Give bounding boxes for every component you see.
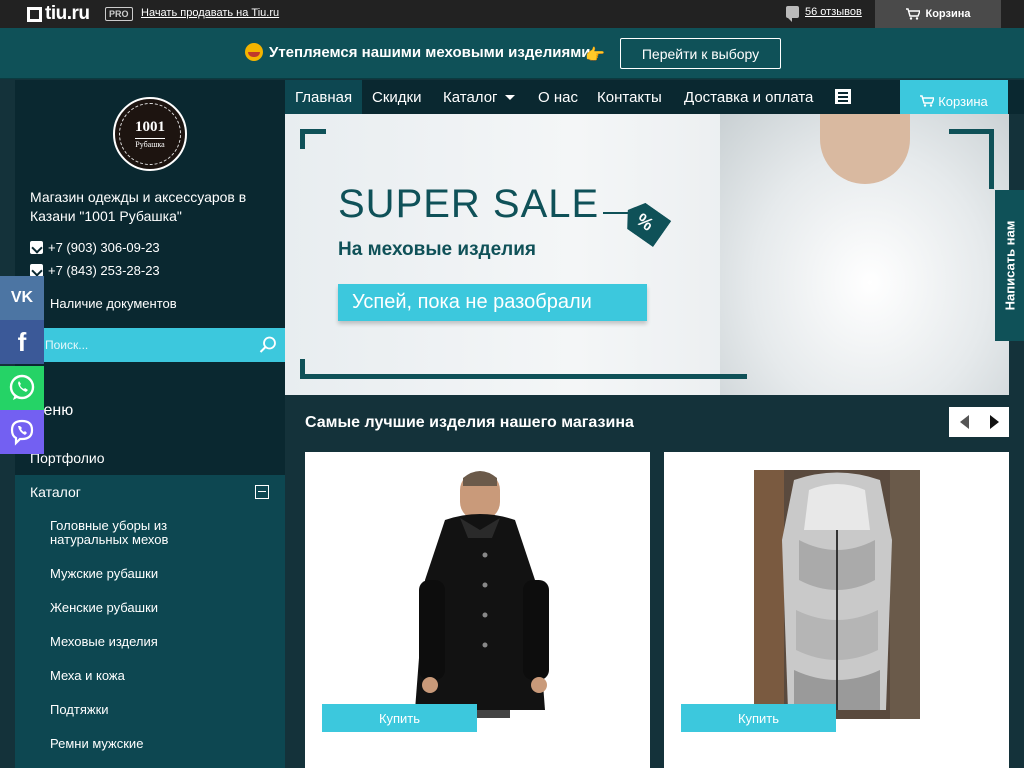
phone-1[interactable]: +7 (903) 306-09-23 [30,240,160,255]
tiu-logo[interactable]: tiu.ru [27,3,90,25]
facebook-share-button[interactable]: f [0,320,44,364]
collapse-icon[interactable] [255,485,269,499]
discount-tag-icon: % [619,197,672,247]
product-image [754,470,920,719]
pointing-hand-icon: 👉 [585,47,605,64]
nav-about[interactable]: О нас [528,80,588,114]
catalog-item-fur-products[interactable]: Меховые изделия [50,635,210,649]
arrow-right-icon[interactable] [979,407,1009,437]
promo-banner[interactable]: SUPER SALE % На меховые изделия Успей, п… [285,114,1009,395]
main-nav: Главная Скидки Каталог О нас Контакты До… [285,80,1024,122]
nav-discounts[interactable]: Скидки [362,80,431,114]
buy-button[interactable]: Купить [322,704,477,732]
nav-about-label: О нас [538,88,578,106]
promo-text: Утепляемся нашими меховыми изделиями [269,44,591,61]
chevron-down-icon [504,94,515,100]
nav-cart-label: Корзина [938,93,988,109]
nav-contacts-label: Контакты [597,88,662,106]
catalog-item-fur-leather[interactable]: Меха и кожа [50,669,210,683]
catalog-label: Каталог [30,484,81,500]
nav-delivery[interactable]: Доставка и оплата [674,80,823,114]
tiu-logo-text: tiu.ru [45,3,90,24]
nav-discounts-label: Скидки [372,88,422,106]
frame-corner [300,129,326,149]
phone-number: +7 (903) 306-09-23 [48,240,160,255]
banner-headline: SUPER SALE [338,182,600,226]
nav-contacts[interactable]: Контакты [587,80,672,114]
nav-catalog-label: Каталог [443,88,498,106]
pro-badge: PRO [105,7,133,21]
sidebar: 1001 Рубашка Магазин одежды и аксессуаро… [15,80,285,768]
catalog-item-headwear[interactable]: Головные уборы из натуральных мехов [50,519,210,547]
logo-word: Рубашка [135,138,165,149]
shop-logo-inner: 1001 Рубашка [119,103,181,165]
write-to-us-label: Написать нам [1002,220,1017,311]
discount-tag-label: % [632,208,658,235]
shop-logo[interactable]: 1001 Рубашка [113,97,187,171]
shop-description: Магазин одежды и аксессуаров в Казани "1… [30,189,247,224]
sidebar-item-catalog[interactable]: Каталог [15,475,285,509]
whatsapp-icon [9,374,35,400]
go-to-selection-button[interactable]: Перейти к выбору [620,38,781,69]
nav-delivery-label: Доставка и оплата [684,88,814,106]
write-to-us-tab[interactable]: Написать нам [995,190,1024,341]
product-card[interactable]: Купить [305,452,650,768]
cart-icon [920,95,935,107]
tiu-logo-icon [27,6,42,22]
arrow-left-icon[interactable] [949,407,979,437]
product-card[interactable]: Купить [664,452,1009,768]
facebook-icon: f [17,326,27,357]
nav-catalog[interactable]: Каталог [433,80,525,114]
phone-number: +7 (843) 253-28-23 [48,263,160,278]
smiling-face-icon [245,43,263,61]
banner-subtitle: На меховые изделия [338,239,536,260]
cart-icon [905,8,920,20]
whatsapp-share-button[interactable] [0,366,44,410]
logo-number: 1001 [135,119,165,135]
top-bar: tiu.ru PRO Начать продавать на Tiu.ru 56… [0,0,1024,28]
phone-2[interactable]: +7 (843) 253-28-23 [30,263,160,278]
reviews-count: 56 отзывов [805,6,862,18]
promo-bar: Утепляемся нашими меховыми изделиями 👉 П… [0,28,1024,79]
buy-button[interactable]: Купить [681,704,836,732]
catalog-item-womens-shirts[interactable]: Женские рубашки [50,601,210,615]
frame-corner [949,129,994,189]
nav-home-label: Главная [295,88,353,106]
catalog-item-suspenders[interactable]: Подтяжки [50,703,210,717]
vk-share-button[interactable]: VK [0,276,44,320]
reviews-link[interactable]: 56 отзывов [786,6,862,22]
speech-bubble-icon [786,6,799,22]
carousel-controls [949,407,1009,437]
vk-icon: VK [10,289,34,306]
top-cart-button[interactable]: Корзина [875,0,1001,28]
product-image [415,471,549,718]
catalog-item-mens-belts[interactable]: Ремни мужские [50,737,210,751]
banner-cta-button[interactable]: Успей, пока не разобрали [338,284,647,321]
catalog-list: Головные уборы из натуральных мехов Мужс… [15,509,285,768]
search-icon[interactable] [259,336,277,354]
start-selling-link[interactable]: Начать продавать на Tiu.ru [141,7,279,19]
more-menu-icon[interactable] [835,89,851,104]
search-input[interactable] [15,328,245,362]
documents-link[interactable]: Наличие документов [50,296,177,311]
phone-icon [30,241,43,254]
section-title: Самые лучшие изделия нашего магазина [305,414,634,431]
viber-icon [10,419,34,446]
top-cart-label: Корзина [925,8,971,20]
catalog-item-mens-shirts[interactable]: Мужские рубашки [50,567,210,581]
nav-home[interactable]: Главная [285,80,363,114]
search-bar [15,328,285,362]
frame-corner [300,359,747,379]
viber-share-button[interactable] [0,410,44,454]
